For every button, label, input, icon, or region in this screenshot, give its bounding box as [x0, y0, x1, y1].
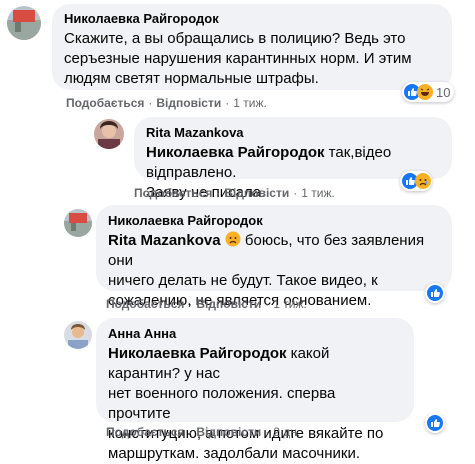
avatar[interactable] — [94, 119, 124, 149]
like-button[interactable]: Подобається — [134, 186, 212, 200]
timestamp[interactable]: 1 тиж. — [301, 186, 335, 200]
timestamp[interactable]: 1 тиж. — [273, 297, 307, 311]
comment-actions: Подобається · Відповісти · 1 тиж. — [66, 96, 267, 110]
avatar[interactable] — [64, 321, 92, 349]
comment-bubble: Rita Mazankova Николаевка Райгородок так… — [134, 117, 452, 201]
comment-bubble: Анна Анна Николаевка Райгородок какой ка… — [96, 318, 414, 462]
sad-emoji-icon — [225, 231, 241, 247]
comment-author[interactable]: Николаевка Райгородок — [64, 11, 440, 27]
reaction-summary[interactable] — [400, 171, 432, 191]
timestamp[interactable]: 1 тиж. — [233, 96, 267, 110]
mention-link[interactable]: Николаевка Райгородок — [146, 144, 325, 161]
reaction-summary[interactable]: 10 — [402, 82, 455, 102]
like-button[interactable]: Подобається — [106, 425, 184, 439]
reply-button[interactable]: Відповісти — [196, 425, 261, 439]
comment-actions: Подобається · Відповісти · 2 дн. — [106, 425, 301, 439]
comment-author[interactable]: Анна Анна — [108, 326, 402, 342]
reaction-summary[interactable] — [425, 283, 445, 303]
sad-icon — [415, 173, 431, 189]
comment-bubble: Николаевка Райгородок Скажите, а вы обра… — [52, 4, 452, 90]
comment-author[interactable]: Николаевка Райгородок — [108, 213, 440, 229]
haha-icon — [417, 84, 433, 100]
comment-actions: Подобається · Відповісти · 1 тиж. — [134, 186, 335, 200]
comment-text: Николаевка Райгородок какой карантин? у … — [108, 345, 384, 462]
like-button[interactable]: Подобається — [106, 297, 184, 311]
avatar[interactable] — [7, 6, 41, 40]
mention-link[interactable]: Rita Mazankova — [108, 232, 221, 249]
comment-actions: Подобається · Відповісти · 1 тиж. — [106, 297, 307, 311]
reply-button[interactable]: Відповісти — [156, 96, 221, 110]
reply-button[interactable]: Відповісти — [224, 186, 289, 200]
reply-button[interactable]: Відповісти — [196, 297, 261, 311]
mention-link[interactable]: Николаевка Райгородок — [108, 345, 287, 362]
comment-author[interactable]: Rita Mazankova — [146, 125, 440, 141]
reaction-count: 10 — [436, 84, 451, 100]
reaction-summary[interactable] — [425, 413, 445, 433]
like-button[interactable]: Подобається — [66, 96, 144, 110]
comment-text: Скажите, а вы обращались в полицию? Ведь… — [64, 30, 412, 87]
like-icon — [427, 285, 443, 301]
like-icon — [427, 415, 443, 431]
avatar[interactable] — [64, 209, 92, 237]
comment-bubble: Николаевка Райгородок Rita Mazankova бою… — [96, 205, 452, 309]
timestamp[interactable]: 2 дн. — [273, 425, 300, 439]
